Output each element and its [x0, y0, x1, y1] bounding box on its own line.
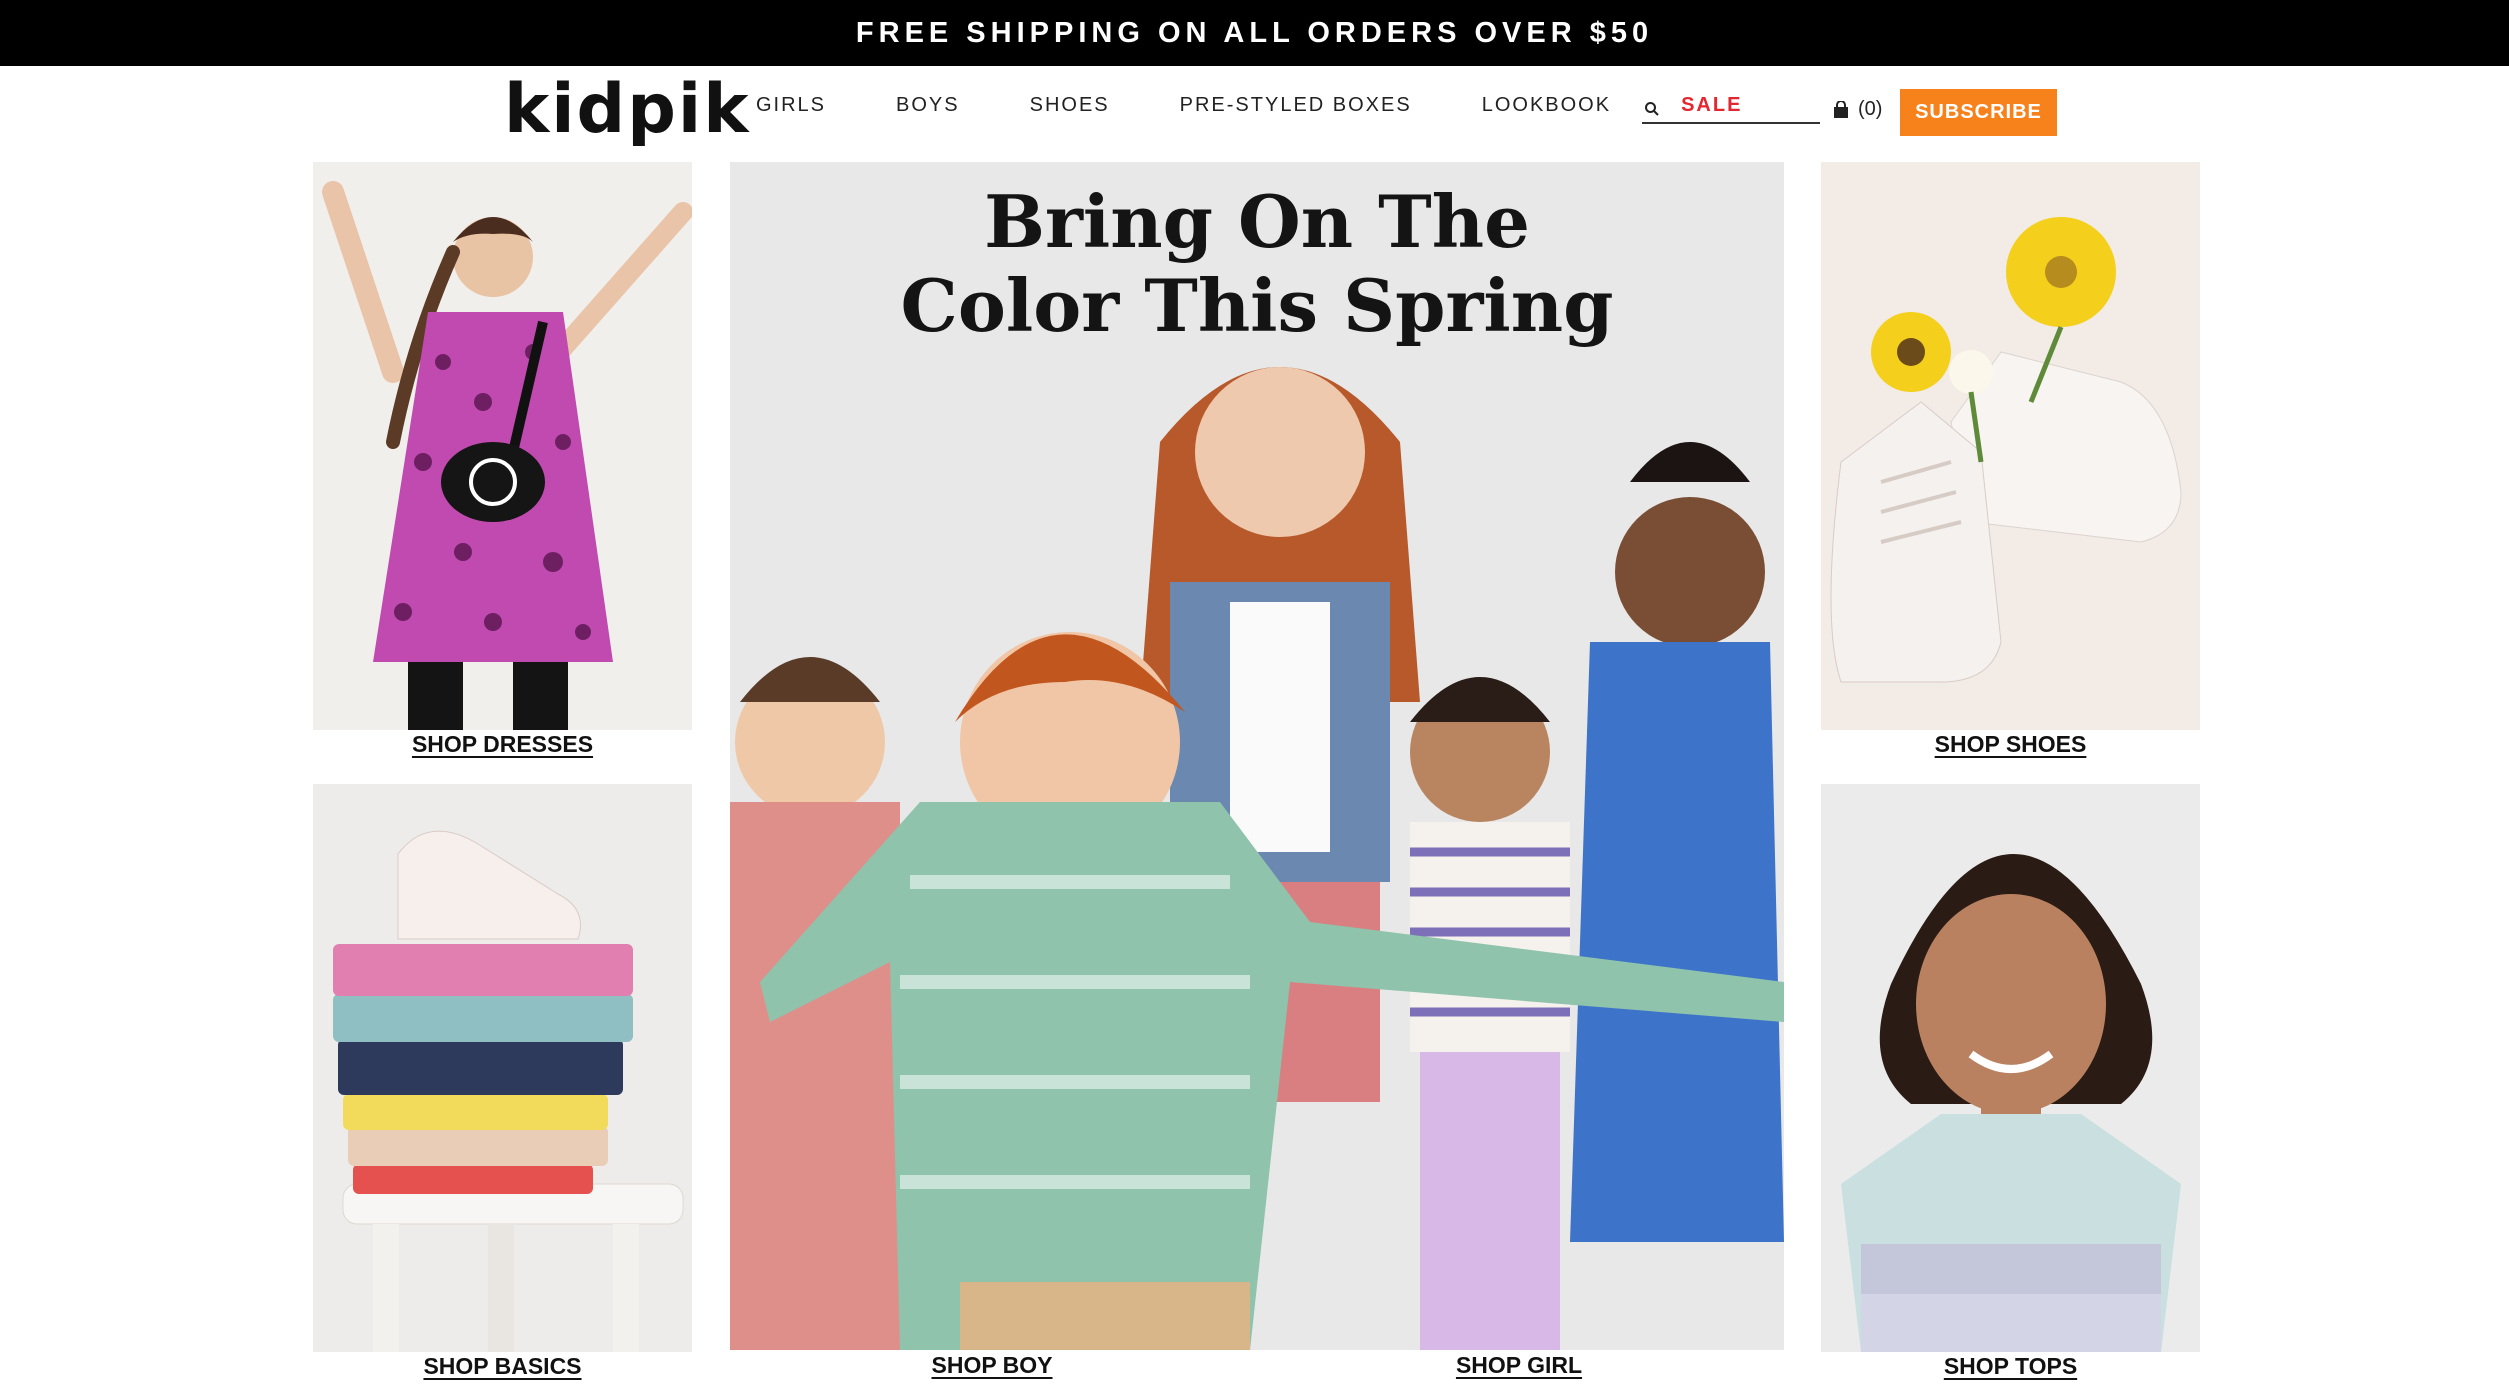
kidpik-logo[interactable]: kidpik [504, 74, 750, 146]
nav-lookbook[interactable]: LOOKBOOK [1482, 94, 1611, 117]
tops-image[interactable] [1821, 784, 2200, 1352]
hero-title: Bring On The Color This Spring [730, 180, 1784, 348]
site-header: kidpik GIRLS BOYS SHOES PRE-STYLED BOXES… [0, 66, 2509, 158]
hero-title-line-2: Color This Spring [900, 263, 1614, 348]
promo-banner: FREE SHIPPING ON ALL ORDERS OVER $50 [0, 0, 2509, 66]
dresses-image[interactable] [313, 162, 692, 730]
shopping-bag-icon [1834, 100, 1848, 118]
subscribe-button[interactable]: SUBSCRIBE [1900, 89, 2057, 136]
dresses-photo [313, 162, 692, 730]
basics-image[interactable] [313, 784, 692, 1352]
nav-girls[interactable]: GIRLS [756, 94, 826, 117]
tops-photo [1821, 784, 2200, 1352]
shop-shoes-link[interactable]: SHOP SHOES [1821, 731, 2200, 758]
promo-text: FREE SHIPPING ON ALL ORDERS OVER $50 [855, 16, 1654, 49]
search-input[interactable] [1664, 97, 1814, 121]
nav-shoes[interactable]: SHOES [1030, 94, 1110, 117]
nav-boys[interactable]: BOYS [896, 94, 960, 117]
shoes-image[interactable] [1821, 162, 2200, 730]
hero-title-line-1: Bring On The [984, 179, 1530, 264]
cart-link[interactable]: (0) [1832, 98, 1882, 121]
shop-boy-link[interactable]: SHOP BOY [862, 1352, 1122, 1379]
shop-girl-link[interactable]: SHOP GIRL [1389, 1352, 1649, 1379]
shop-dresses-link[interactable]: SHOP DRESSES [313, 731, 692, 758]
search-icon[interactable] [1644, 101, 1660, 117]
nav-pre-styled-boxes[interactable]: PRE-STYLED BOXES [1180, 94, 1412, 117]
shoes-photo [1821, 162, 2200, 730]
main-nav: GIRLS BOYS SHOES PRE-STYLED BOXES LOOKBO… [756, 94, 1756, 117]
search-box [1642, 96, 1820, 124]
shop-basics-link[interactable]: SHOP BASICS [313, 1353, 692, 1380]
basics-photo [313, 784, 692, 1352]
shop-tops-link[interactable]: SHOP TOPS [1821, 1353, 2200, 1380]
cart-count: (0) [1858, 98, 1883, 120]
